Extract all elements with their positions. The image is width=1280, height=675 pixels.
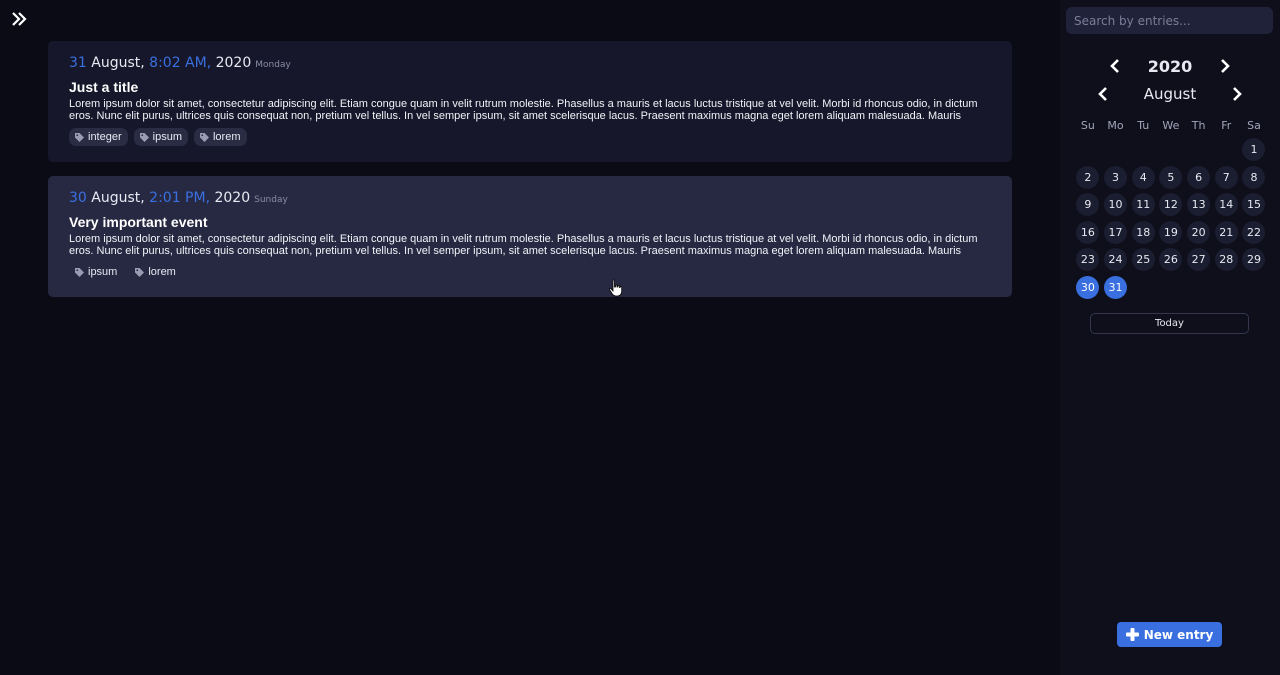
tag-label: ipsum (88, 266, 118, 278)
entry-day: 31 (69, 55, 87, 71)
weekday-label: Tu (1137, 119, 1150, 132)
entry-date: 30 August, 2:01 PM, 2020 Sunday (69, 188, 991, 210)
month-label: August (1143, 85, 1197, 103)
calendar-empty-cell (1157, 138, 1185, 166)
calendar-day[interactable]: 25 (1131, 248, 1155, 271)
tag-label: integer (88, 131, 122, 143)
calendar-day[interactable]: 27 (1187, 248, 1211, 271)
tag-label: lorem (148, 266, 176, 278)
calendar-day[interactable]: 20 (1187, 220, 1211, 244)
new-entry-button[interactable]: New entry (1117, 622, 1222, 647)
calendar-day[interactable]: 31 (1104, 275, 1128, 299)
tag-chip[interactable]: lorem (193, 128, 247, 146)
entry-year: 2020 (211, 55, 252, 71)
calendar-day[interactable]: 23 (1076, 248, 1100, 271)
calendar-day[interactable]: 29 (1242, 248, 1266, 271)
tag-chip[interactable]: ipsum (69, 263, 123, 281)
calendar-empty-cell (1212, 138, 1240, 166)
entry-day: 30 (69, 190, 87, 206)
entry-tags: ipsum lorem (69, 263, 991, 281)
calendar-day[interactable]: 8 (1242, 165, 1266, 189)
calendar-day[interactable]: 4 (1131, 165, 1155, 189)
calendar-day[interactable]: 26 (1159, 248, 1183, 271)
calendar-day[interactable]: 5 (1159, 165, 1183, 189)
calendar-day[interactable]: 18 (1131, 220, 1155, 244)
calendar-day[interactable]: 14 (1214, 193, 1238, 216)
next-year-icon[interactable] (1216, 55, 1234, 77)
search-input[interactable] (1066, 7, 1273, 34)
calendar-day[interactable]: 11 (1131, 193, 1155, 216)
weekday-label: Th (1191, 119, 1206, 132)
entry-month: August, (86, 190, 150, 206)
plus-icon (1125, 628, 1139, 641)
calendar-day[interactable]: 28 (1214, 248, 1238, 271)
entry-body: Lorem ipsum dolor sit amet, consectetur … (69, 98, 978, 122)
calendar-day[interactable]: 1 (1242, 138, 1266, 161)
entry-title: Just a title (69, 79, 139, 95)
tag-chip[interactable]: lorem (129, 263, 182, 281)
entry-body: Lorem ipsum dolor sit amet, consectetur … (69, 233, 978, 257)
calendar-day[interactable]: 17 (1104, 220, 1128, 244)
prev-month-icon[interactable] (1094, 83, 1112, 105)
entries-feed: 31 August, 8:02 AM, 2020 Monday Just a ti… (48, 41, 1012, 311)
entry-month: August, (86, 55, 150, 71)
tag-label: lorem (212, 131, 241, 143)
sidebar: 2020 August Su Mo Tu We Th Fr Sa 1234567… (1060, 0, 1280, 675)
entry-date: 31 August, 8:02 AM, 2020 Monday (69, 53, 991, 75)
calendar-day[interactable]: 24 (1104, 248, 1128, 271)
entry-year: 2020 (210, 190, 251, 206)
calendar-empty-cell (1129, 138, 1157, 166)
weekday-label: Su (1080, 119, 1095, 132)
calendar-day[interactable]: 3 (1104, 165, 1128, 189)
entry-tags: integer ipsum lorem (69, 128, 991, 146)
today-button[interactable]: Today (1090, 313, 1249, 334)
calendar-days: 1 2 3 4 5 6 7 8 9 10 11 12 13 14 15 16 17 18 19 20 21 22 23 24 2… (1074, 138, 1268, 303)
calendar-empty-cell (1102, 138, 1130, 166)
calendar-day[interactable]: 21 (1214, 220, 1238, 244)
weekday-header: Su Mo Tu We Th Fr Sa (1074, 119, 1268, 132)
tag-label: ipsum (152, 131, 182, 143)
calendar-day[interactable]: 6 (1187, 165, 1211, 189)
tag-icon (199, 132, 209, 142)
month-navigator: August (1060, 83, 1280, 105)
calendar-day[interactable]: 22 (1242, 220, 1266, 244)
tag-chip[interactable]: ipsum (133, 128, 188, 146)
tag-icon (135, 267, 145, 277)
calendar-day[interactable]: 12 (1159, 193, 1183, 216)
year-navigator: 2020 (1060, 55, 1280, 77)
tag-chip[interactable]: integer (69, 128, 128, 146)
entry-time: 2:01 PM, (149, 190, 211, 206)
calendar-day[interactable]: 7 (1214, 165, 1238, 189)
calendar-day[interactable]: 16 (1076, 220, 1100, 244)
calendar-empty-cell (1074, 138, 1102, 166)
calendar-empty-cell (1185, 138, 1213, 166)
calendar-day[interactable]: 9 (1076, 193, 1100, 216)
weekday-label: Fr (1221, 119, 1232, 132)
expand-sidebar-icon[interactable] (9, 9, 29, 29)
tag-icon (75, 267, 84, 277)
weekday-label: Sa (1247, 119, 1261, 132)
weekday-label: Mo (1107, 119, 1124, 132)
calendar-day[interactable]: 15 (1242, 193, 1266, 216)
tag-icon (75, 132, 84, 142)
new-entry-label: New entry (1143, 627, 1214, 642)
prev-year-icon[interactable] (1106, 55, 1124, 77)
calendar-day[interactable]: 10 (1104, 193, 1128, 216)
entry-time: 8:02 AM, (149, 55, 212, 71)
entry-card[interactable]: 30 August, 2:01 PM, 2020 Sunday Very impo… (48, 176, 1012, 297)
calendar-day[interactable]: 30 (1076, 275, 1100, 299)
entry-card[interactable]: 31 August, 8:02 AM, 2020 Monday Just a ti… (48, 41, 1012, 162)
tag-icon (139, 132, 149, 142)
next-month-icon[interactable] (1228, 83, 1246, 105)
calendar-day[interactable]: 13 (1187, 193, 1211, 216)
calendar-day[interactable]: 2 (1076, 165, 1100, 189)
entry-title: Very important event (69, 214, 208, 230)
calendar-day[interactable]: 19 (1159, 220, 1183, 244)
weekday-label: We (1162, 119, 1180, 132)
entry-weekday: Sunday (254, 195, 288, 205)
year-label: 2020 (1147, 56, 1193, 76)
entry-weekday: Monday (255, 60, 291, 70)
